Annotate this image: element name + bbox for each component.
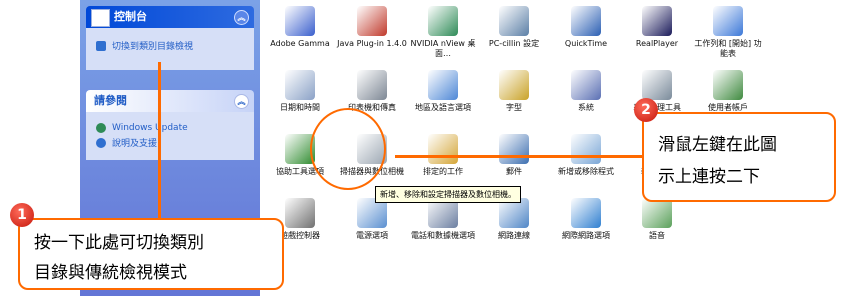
callout-2-line xyxy=(395,155,655,158)
control-panel-title: 控制台 xyxy=(114,10,147,23)
applet-label: 日期和時間 xyxy=(280,103,320,112)
callout-1-number: 1 xyxy=(10,203,34,227)
applet-label: 排定的工作 xyxy=(423,167,463,176)
control-panel-item[interactable]: PC-cillin 設定 xyxy=(479,6,549,49)
control-panel-header[interactable]: 控制台 ︽ xyxy=(86,6,254,28)
applet-label: 網際網路選項 xyxy=(562,231,610,240)
control-panel-item[interactable]: 字型 xyxy=(479,70,549,113)
applet-icon xyxy=(428,134,458,164)
applet-label: 工作列和 [開始] 功能表 xyxy=(694,39,762,58)
windows-update-label[interactable]: Windows Update xyxy=(112,123,188,133)
control-panel-icon xyxy=(91,9,110,27)
applet-label: 網路連線 xyxy=(498,231,530,240)
applet-icon xyxy=(285,198,315,228)
control-panel-item[interactable]: 電話和數據機選項 xyxy=(408,198,478,241)
control-panel-item[interactable]: NVIDIA nView 桌面… xyxy=(408,6,478,59)
control-panel-item[interactable]: 使用者帳戶 xyxy=(693,70,763,113)
applet-label: NVIDIA nView 桌面… xyxy=(410,39,476,58)
applet-icon xyxy=(713,6,743,36)
applet-icon xyxy=(357,6,387,36)
callout-1-line xyxy=(158,62,161,222)
control-panel-item[interactable]: 系統 xyxy=(551,70,621,113)
applet-label: PC-cillin 設定 xyxy=(488,39,540,48)
windows-update-icon xyxy=(96,123,106,133)
applet-icon xyxy=(642,70,672,100)
applet-label: 字型 xyxy=(506,103,522,112)
control-panel-item[interactable]: 工作列和 [開始] 功能表 xyxy=(693,6,763,59)
callout-2-text-line2: 示上連按二下 xyxy=(658,167,760,187)
control-panel-item[interactable]: 電源選項 xyxy=(337,198,407,241)
applet-label: QuickTime xyxy=(564,39,608,48)
applet-icon xyxy=(499,70,529,100)
applet-icon xyxy=(428,70,458,100)
see-also-title: 請參閱 xyxy=(94,94,127,107)
control-panel-item[interactable]: 語音 xyxy=(622,198,692,241)
applet-label: RealPlayer xyxy=(635,39,679,48)
applet-label: Java Plug-in 1.4.0 xyxy=(337,39,407,48)
applet-icon xyxy=(642,198,672,228)
control-panel-item[interactable]: Java Plug-in 1.4.0 xyxy=(337,6,407,49)
applet-icon xyxy=(571,198,601,228)
collapse-chevron-icon[interactable]: ︽ xyxy=(234,10,249,25)
applet-icon xyxy=(571,6,601,36)
control-panel-item[interactable]: QuickTime xyxy=(551,6,621,49)
help-icon xyxy=(96,137,106,148)
switch-view-label[interactable]: 切換到類別目錄檢視 xyxy=(112,39,193,52)
applet-icon xyxy=(428,6,458,36)
control-panel-item[interactable]: 網路連線 xyxy=(479,198,549,241)
callout-1-box: 按一下此處可切換類別 目錄與傳統檢視模式 xyxy=(18,218,284,290)
applet-label: 新增或移除程式 xyxy=(558,167,614,176)
switch-view-icon xyxy=(96,40,106,51)
applet-icon xyxy=(285,6,315,36)
callout-1-text-line1: 按一下此處可切換類別 xyxy=(34,233,204,253)
callout-1-text-line2: 目錄與傳統檢視模式 xyxy=(34,263,187,283)
applet-icon xyxy=(571,134,601,164)
callout-2-number: 2 xyxy=(634,98,658,122)
applet-label: 電話和數據機選項 xyxy=(411,231,475,240)
collapse-chevron-icon[interactable]: ︽ xyxy=(234,94,249,109)
applet-icon xyxy=(499,6,529,36)
help-support-label[interactable]: 說明及支援 xyxy=(112,136,157,149)
control-panel-body: 切換到類別目錄檢視 xyxy=(86,28,254,70)
applet-label: 語音 xyxy=(649,231,665,240)
scanner-tooltip: 新增、移除和設定掃描器及數位相機。 xyxy=(375,186,521,203)
applet-label: 使用者帳戶 xyxy=(708,103,748,112)
control-panel-item[interactable]: 印表機和傳真 xyxy=(337,70,407,113)
applet-label: 遊戲控制器 xyxy=(280,231,320,240)
applet-icon xyxy=(713,70,743,100)
help-support-link[interactable]: 說明及支援 xyxy=(96,136,244,149)
applet-icon xyxy=(357,70,387,100)
see-also-body: Windows Update 說明及支援 xyxy=(86,112,254,160)
applet-icon xyxy=(285,70,315,100)
control-panel-item[interactable]: 地區及語言選項 xyxy=(408,70,478,113)
control-panel-item[interactable]: 網際網路選項 xyxy=(551,198,621,241)
callout-2-text-line1: 滑鼠左鍵在此圖 xyxy=(658,135,777,155)
applet-icon xyxy=(499,134,529,164)
double-click-highlight xyxy=(310,108,386,190)
control-panel-item[interactable]: Adobe Gamma xyxy=(265,6,335,49)
control-panel-item[interactable]: RealPlayer xyxy=(622,6,692,49)
applet-label: 郵件 xyxy=(506,167,522,176)
windows-update-link[interactable]: Windows Update xyxy=(96,123,244,133)
callout-2-box: 滑鼠左鍵在此圖 示上連按二下 xyxy=(642,112,836,202)
see-also-header[interactable]: 請參閱 ︽ xyxy=(86,90,254,112)
switch-view-link[interactable]: 切換到類別目錄檢視 xyxy=(96,39,244,52)
control-panel-item[interactable]: 日期和時間 xyxy=(265,70,335,113)
applet-label: 地區及語言選項 xyxy=(415,103,471,112)
applet-label: 電源選項 xyxy=(356,231,388,240)
applet-label: Adobe Gamma xyxy=(270,39,330,48)
applet-icon xyxy=(642,6,672,36)
applet-label: 系統 xyxy=(578,103,594,112)
applet-icon xyxy=(571,70,601,100)
